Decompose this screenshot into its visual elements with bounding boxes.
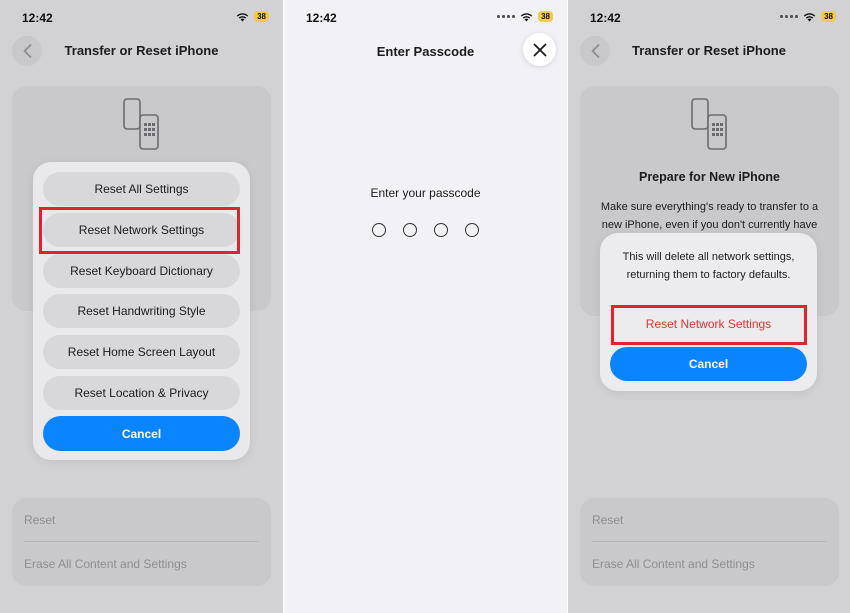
passcode-dot: [465, 223, 479, 237]
status-time: 12:42: [590, 11, 621, 25]
passcode-field[interactable]: [284, 223, 567, 237]
signal-icon: [497, 15, 516, 18]
status-time: 12:42: [22, 11, 53, 25]
page-title: Transfer or Reset iPhone: [632, 43, 786, 58]
passcode-prompt: Enter your passcode: [370, 186, 481, 200]
close-icon: [533, 43, 546, 56]
list-divider: [24, 541, 259, 542]
page-title: Transfer or Reset iPhone: [64, 43, 219, 58]
reset-handwriting-style-button[interactable]: Reset Handwriting Style: [43, 294, 240, 328]
passcode-dot: [372, 223, 386, 237]
erase-all-row[interactable]: Erase All Content and Settings: [24, 557, 187, 571]
status-bar: 12:42 38: [284, 10, 567, 26]
reset-all-settings-button[interactable]: Reset All Settings: [43, 172, 240, 206]
reset-home-screen-layout-button[interactable]: Reset Home Screen Layout: [43, 335, 240, 369]
cancel-button[interactable]: Cancel: [43, 416, 240, 451]
passcode-dot: [434, 223, 448, 237]
list-divider: [592, 541, 827, 542]
reset-list: Reset Erase All Content and Settings: [580, 498, 839, 586]
wifi-icon: [236, 12, 249, 21]
battery-indicator: 38: [254, 11, 269, 22]
signal-icon: [780, 15, 799, 18]
alert-message: This will delete all network settings, r…: [622, 251, 795, 281]
passcode-screen: 12:42 38 Enter Passcode Enter your passc…: [284, 0, 567, 613]
phone-transfer-icon: [122, 98, 159, 150]
close-button[interactable]: [523, 33, 556, 66]
erase-all-row[interactable]: Erase All Content and Settings: [592, 557, 755, 571]
phone-transfer-icon: [690, 98, 727, 150]
battery-indicator: 38: [538, 11, 553, 22]
confirm-reset-screen: 12:42 38 Transfer or Reset iPhone Prepar…: [568, 0, 850, 613]
navigation-bar: Transfer or Reset iPhone: [568, 36, 850, 66]
navigation-bar: Transfer or Reset iPhone: [0, 36, 283, 66]
reset-keyboard-dictionary-button[interactable]: Reset Keyboard Dictionary: [43, 254, 240, 288]
passcode-dot: [403, 223, 417, 237]
prepare-title: Prepare for New iPhone: [638, 170, 780, 184]
battery-indicator: 38: [821, 11, 836, 22]
reset-row[interactable]: Reset: [592, 513, 623, 527]
cancel-button[interactable]: Cancel: [610, 347, 807, 381]
prepare-description: Make sure everything's ready to transfer…: [600, 201, 819, 231]
highlight-box: [611, 305, 807, 345]
reset-options-screen: 12:42 38 Transfer or Reset iPhone Reset …: [0, 0, 283, 613]
reset-list: Reset Erase All Content and Settings: [12, 498, 271, 586]
highlight-box: [39, 207, 240, 254]
reset-row[interactable]: Reset: [24, 513, 55, 527]
status-bar: 12:42 38: [0, 10, 283, 26]
reset-location-privacy-button[interactable]: Reset Location & Privacy: [43, 376, 240, 410]
status-time: 12:42: [306, 11, 337, 25]
status-bar: 12:42 38: [568, 10, 850, 26]
wifi-icon: [520, 12, 533, 21]
wifi-icon: [803, 12, 816, 21]
